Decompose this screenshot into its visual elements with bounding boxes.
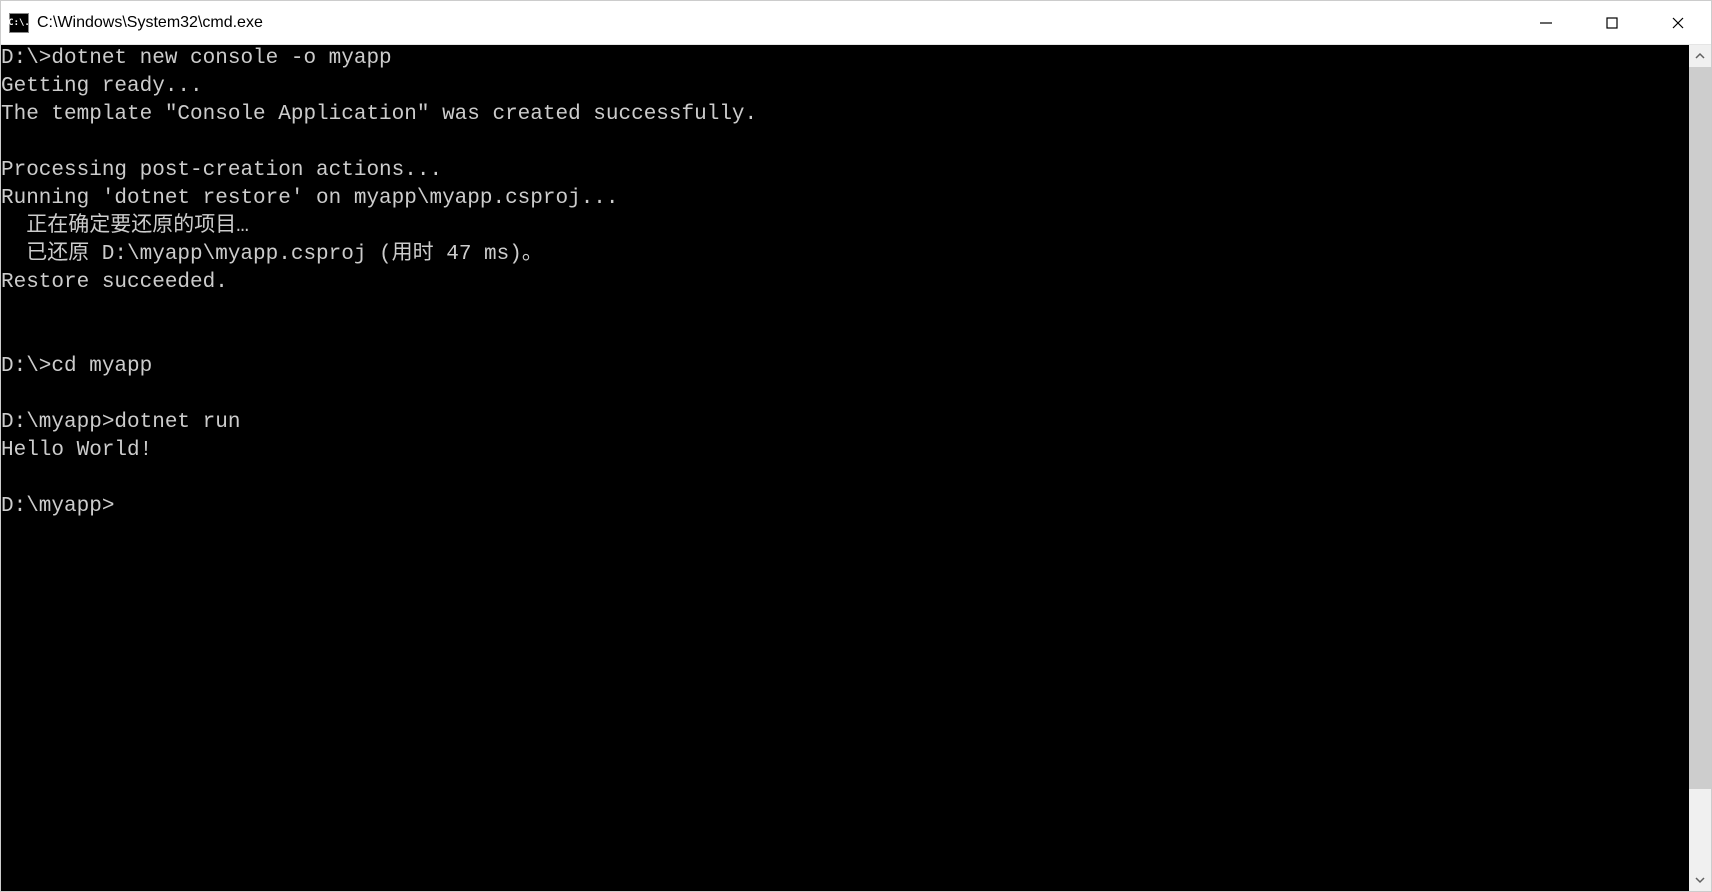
- terminal-line: [1, 465, 1689, 493]
- scrollbar-track[interactable]: [1689, 67, 1711, 869]
- terminal-line: Running 'dotnet restore' on myapp\myapp.…: [1, 185, 1689, 213]
- terminal-line: [1, 297, 1689, 325]
- scroll-up-button[interactable]: [1689, 45, 1711, 67]
- maximize-button[interactable]: [1579, 1, 1645, 44]
- terminal-line: D:\myapp>: [1, 493, 1689, 521]
- scroll-down-button[interactable]: [1689, 869, 1711, 891]
- content-area: D:\>dotnet new console -o myappGetting r…: [1, 45, 1711, 891]
- terminal-line: Restore succeeded.: [1, 269, 1689, 297]
- terminal-line: [1, 325, 1689, 353]
- minimize-button[interactable]: [1513, 1, 1579, 44]
- app-icon: C:\.: [9, 13, 29, 33]
- minimize-icon: [1539, 16, 1553, 30]
- close-icon: [1671, 16, 1685, 30]
- terminal-line: Getting ready...: [1, 73, 1689, 101]
- terminal-line: 已还原 D:\myapp\myapp.csproj (用时 47 ms)。: [1, 241, 1689, 269]
- window-frame: C:\. C:\Windows\System32\cmd.exe D:\: [0, 0, 1712, 892]
- terminal-line: The template "Console Application" was c…: [1, 101, 1689, 129]
- terminal-line: Processing post-creation actions...: [1, 157, 1689, 185]
- terminal-line: [1, 129, 1689, 157]
- chevron-down-icon: [1695, 875, 1705, 885]
- chevron-up-icon: [1695, 51, 1705, 61]
- terminal-line: D:\myapp>dotnet run: [1, 409, 1689, 437]
- terminal-line: [1, 381, 1689, 409]
- terminal-line: D:\>cd myapp: [1, 353, 1689, 381]
- window-controls: [1513, 1, 1711, 44]
- window-title: C:\Windows\System32\cmd.exe: [37, 14, 1513, 32]
- vertical-scrollbar[interactable]: [1689, 45, 1711, 891]
- terminal-line: 正在确定要还原的项目…: [1, 213, 1689, 241]
- maximize-icon: [1605, 16, 1619, 30]
- titlebar[interactable]: C:\. C:\Windows\System32\cmd.exe: [1, 1, 1711, 45]
- terminal-output[interactable]: D:\>dotnet new console -o myappGetting r…: [1, 45, 1689, 891]
- scrollbar-thumb[interactable]: [1689, 67, 1711, 789]
- close-button[interactable]: [1645, 1, 1711, 44]
- terminal-line: D:\>dotnet new console -o myapp: [1, 45, 1689, 73]
- terminal-line: Hello World!: [1, 437, 1689, 465]
